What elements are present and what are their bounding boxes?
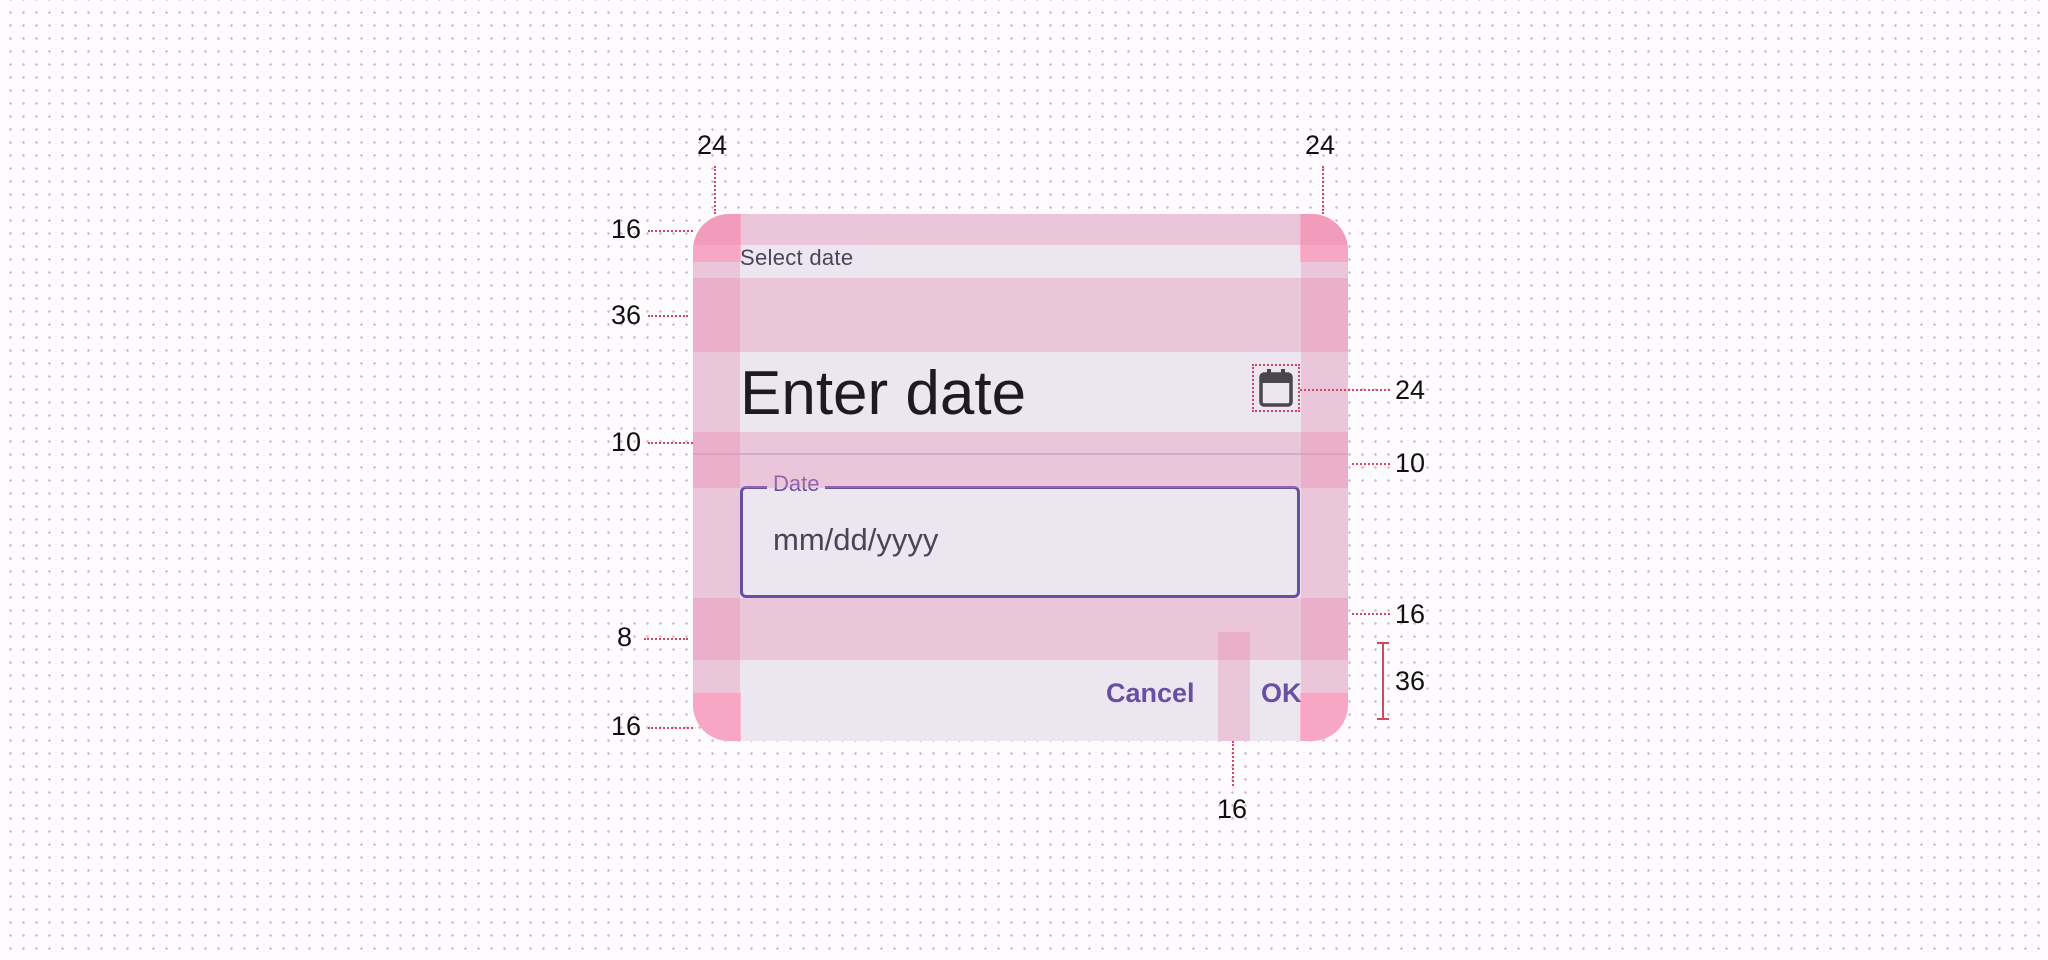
- spec-left-padding-value: 24: [697, 130, 728, 160]
- spec-right-padding-value: 24: [1305, 130, 1336, 160]
- spec-headline-gap-leader: [648, 315, 688, 317]
- spec-actions-height-value: 36: [1395, 666, 1426, 696]
- cancel-button[interactable]: Cancel: [1106, 669, 1195, 717]
- spec-actions-gap-leader: [644, 638, 688, 640]
- date-text-field[interactable]: Date: [740, 471, 1300, 598]
- spec-divider-gap-left-value: 10: [611, 427, 642, 457]
- dialog-headline: Enter date: [740, 359, 1027, 428]
- date-picker-dialog: Select date Enter date Date Cancel OK: [693, 214, 1348, 741]
- spec-icon-size-value: 24: [1395, 375, 1426, 405]
- spec-band-top-padding: [693, 214, 1348, 245]
- spec-corner-top-right: [1300, 214, 1348, 262]
- spec-field-bottom-gap-value: 16: [1395, 599, 1426, 629]
- spec-top-padding-value: 16: [611, 214, 642, 244]
- spec-button-gap-leader: [1232, 741, 1234, 786]
- spec-headline-gap-value: 36: [611, 300, 642, 330]
- calendar-toggle-button[interactable]: [1252, 364, 1300, 412]
- date-field-label: Date: [767, 471, 826, 497]
- spec-band-right-padding: [1301, 214, 1348, 741]
- spec-left-padding-leader: [714, 166, 716, 214]
- spec-right-padding-leader: [1322, 166, 1324, 214]
- spec-button-gap-value: 16: [1217, 794, 1248, 824]
- spec-band-button-gap: [1218, 632, 1250, 741]
- spec-band-left-padding: [693, 214, 740, 741]
- spec-corner-top-left: [693, 214, 741, 262]
- header-divider: [693, 453, 1348, 455]
- spec-divider-gap-right-leader: [1352, 463, 1390, 465]
- date-input[interactable]: [773, 513, 1273, 567]
- spec-corner-bottom-right: [1300, 693, 1348, 741]
- spec-divider-gap-right-value: 10: [1395, 448, 1426, 478]
- spec-bottom-padding-value: 16: [611, 711, 642, 741]
- spec-band-headline-gap: [693, 278, 1348, 352]
- spec-bottom-padding-leader: [648, 727, 693, 729]
- dialog-supporting-label: Select date: [740, 245, 854, 270]
- spec-actions-gap-value: 8: [617, 622, 633, 652]
- spec-top-padding-leader: [648, 230, 693, 232]
- spec-field-bottom-gap-leader: [1352, 613, 1390, 615]
- spec-band-actions-gap: [693, 598, 1348, 660]
- calendar-icon: [1259, 369, 1293, 407]
- spec-divider-gap-left-leader: [648, 442, 693, 444]
- spec-icon-size-leader: [1300, 389, 1390, 391]
- spec-corner-bottom-left: [693, 693, 741, 741]
- spec-actions-height-bracket: [1377, 642, 1389, 720]
- ok-button[interactable]: OK: [1261, 669, 1302, 717]
